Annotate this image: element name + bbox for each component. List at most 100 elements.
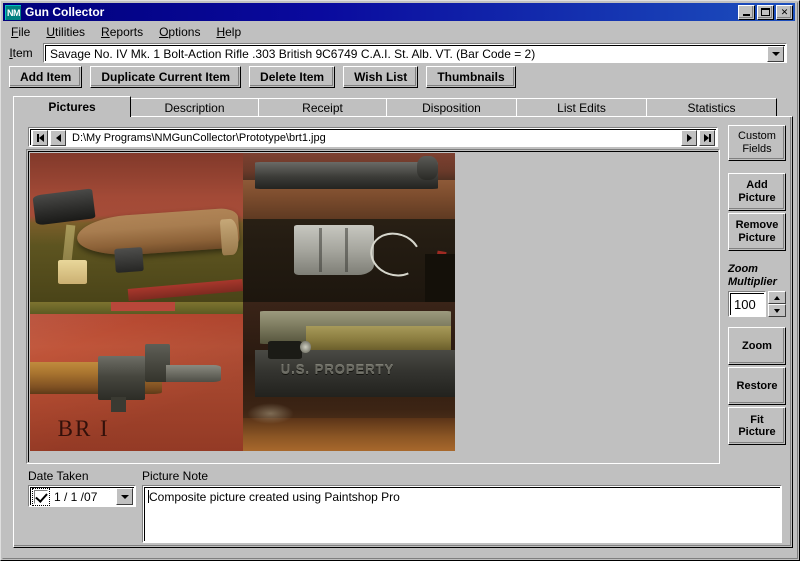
q4-notch [268, 340, 302, 359]
remove-picture-button[interactable]: Remove Picture [728, 213, 786, 251]
minimize-icon [743, 14, 750, 16]
q3-muzzle [166, 364, 222, 383]
tab-disposition-label: Disposition [422, 101, 481, 115]
menu-label-help-rest: elp [225, 25, 242, 39]
menu-item-utilities[interactable]: Utilities [38, 23, 93, 41]
q4-highlight [246, 403, 294, 425]
chevron-down-icon [774, 308, 780, 313]
zoom-label-line-2: Multiplier [728, 276, 777, 289]
menu-item-file[interactable]: File [3, 23, 38, 41]
picture-display-inner: BR I U.S. PROPERTY [28, 151, 718, 462]
window-title: Gun Collector [25, 5, 105, 19]
wish-list-label: Wish List [354, 70, 408, 84]
tab-disposition[interactable]: Disposition [386, 98, 517, 117]
first-picture-button[interactable] [32, 129, 48, 146]
restore-button[interactable]: Restore [728, 367, 786, 406]
menu-item-reports[interactable]: Reports [93, 23, 151, 41]
picture-note-textarea[interactable]: Composite picture created using Paintsho… [142, 485, 782, 543]
item-selector-row: Item Savage No. IV Mk. 1 Bolt-Action Rif… [3, 42, 795, 64]
next-picture-button[interactable] [681, 129, 697, 146]
thumbnails-label: Thumbnails [437, 70, 505, 84]
item-label: Item [9, 46, 33, 60]
menu-label-reports-rest: eports [109, 25, 144, 39]
date-taken-checkbox[interactable] [32, 487, 50, 506]
q1-action [32, 188, 96, 226]
zoom-decrement-button[interactable] [768, 304, 786, 318]
duplicate-current-item-button[interactable]: Duplicate Current Item [90, 66, 242, 88]
item-combobox[interactable]: Savage No. IV Mk. 1 Bolt-Action Rifle .3… [43, 43, 787, 63]
thumbnails-button[interactable]: Thumbnails [426, 66, 516, 88]
menu-item-help[interactable]: Help [208, 23, 249, 41]
date-taken-control[interactable]: 1 / 1 /07 [28, 485, 136, 507]
add-item-button[interactable]: Add Item [9, 66, 83, 88]
q3-barrel-band [98, 355, 145, 401]
pictures-tab-page: D:\My Programs\NMGunCollector\Prototype\… [13, 116, 793, 548]
q4-brass-surface [306, 325, 451, 350]
menu-item-options[interactable]: Options [151, 23, 208, 41]
picture-image: BR I U.S. PROPERTY [30, 153, 455, 451]
zoom-multiplier-value: 100 [730, 293, 764, 316]
tab-list-edits[interactable]: List Edits [516, 98, 647, 117]
close-button[interactable]: ✕ [776, 4, 793, 20]
tab-receipt-label: Receipt [302, 101, 343, 115]
chevron-down-icon [120, 494, 129, 499]
title-bar[interactable]: NM Gun Collector ✕ [3, 3, 795, 21]
tab-receipt[interactable]: Receipt [258, 98, 387, 117]
q1-trigger-guard [114, 247, 144, 274]
remove-picture-label-2: Picture [738, 232, 776, 244]
q1-red-bar [127, 279, 243, 302]
q3-bayonet-lug [110, 397, 126, 413]
fit-picture-label-2: Picture [738, 426, 776, 439]
item-label-rest: tem [12, 46, 33, 60]
custom-fields-button[interactable]: Custom Fields [728, 125, 786, 161]
chevron-up-icon [774, 295, 780, 300]
picture-path-text: D:\My Programs\NMGunCollector\Prototype\… [72, 131, 326, 144]
previous-picture-button[interactable] [50, 129, 66, 146]
minimize-button[interactable] [738, 4, 755, 20]
q4-stamp-text: U.S. PROPERTY [280, 361, 395, 377]
add-picture-label-1: Add [746, 179, 768, 192]
item-dropdown-button[interactable] [767, 45, 784, 62]
tab-pictures[interactable]: Pictures [13, 96, 131, 117]
picture-display-panel[interactable]: BR I U.S. PROPERTY [26, 149, 720, 464]
date-taken-dropdown-button[interactable] [116, 488, 133, 505]
menu-bar: File Utilities Reports Options Help [3, 23, 795, 41]
zoom-multiplier-spinner[interactable]: 100 [728, 291, 786, 318]
maximize-icon [761, 8, 770, 16]
tab-statistics[interactable]: Statistics [646, 98, 777, 117]
picture-quadrant-bottom-left: BR I [30, 302, 243, 451]
date-taken-label: Date Taken [28, 469, 89, 483]
menu-label-utilities-rest: tilities [55, 25, 86, 39]
q3-watermark-text: BR I [57, 416, 110, 442]
q2-receiver [255, 161, 438, 189]
remove-picture-label-1: Remove [735, 219, 779, 232]
last-picture-button[interactable] [699, 129, 715, 146]
fit-picture-button[interactable]: Fit Picture [728, 407, 786, 446]
date-taken-value: 1 / 1 /07 [54, 489, 98, 504]
q2-magazine-line-a [319, 227, 323, 273]
zoom-increment-button[interactable] [768, 291, 786, 305]
zoom-multiplier-label: Zoom Multiplier [728, 263, 786, 289]
add-picture-label-2: Picture [738, 192, 776, 204]
zoom-multiplier-field[interactable]: 100 [728, 291, 766, 318]
q2-shadow [425, 254, 455, 302]
picture-quadrant-top-right [242, 153, 455, 302]
zoom-button-label: Zoom [742, 340, 772, 353]
duplicate-current-item-label: Duplicate Current Item [101, 70, 231, 84]
delete-item-button[interactable]: Delete Item [249, 66, 336, 88]
tab-description[interactable]: Description [130, 98, 259, 117]
app-icon[interactable]: NM [5, 4, 21, 20]
tab-description-label: Description [164, 101, 225, 115]
custom-fields-label-1: Custom [738, 130, 776, 143]
maximize-button[interactable] [757, 4, 774, 20]
zoom-button[interactable]: Zoom [728, 327, 786, 366]
menu-label-file-rest: ile [18, 25, 31, 39]
picture-path-bar[interactable]: D:\My Programs\NMGunCollector\Prototype\… [28, 127, 718, 147]
item-selected-value: Savage No. IV Mk. 1 Bolt-Action Rifle .3… [50, 46, 536, 61]
add-picture-button[interactable]: Add Picture [728, 173, 786, 211]
toolbar: Add Item Duplicate Current Item Delete I… [9, 66, 516, 88]
wish-list-button[interactable]: Wish List [343, 66, 419, 88]
date-taken-inner: 1 / 1 /07 [30, 487, 134, 506]
q4-screw [299, 340, 311, 353]
zoom-label-line-1: Zoom [728, 263, 758, 275]
